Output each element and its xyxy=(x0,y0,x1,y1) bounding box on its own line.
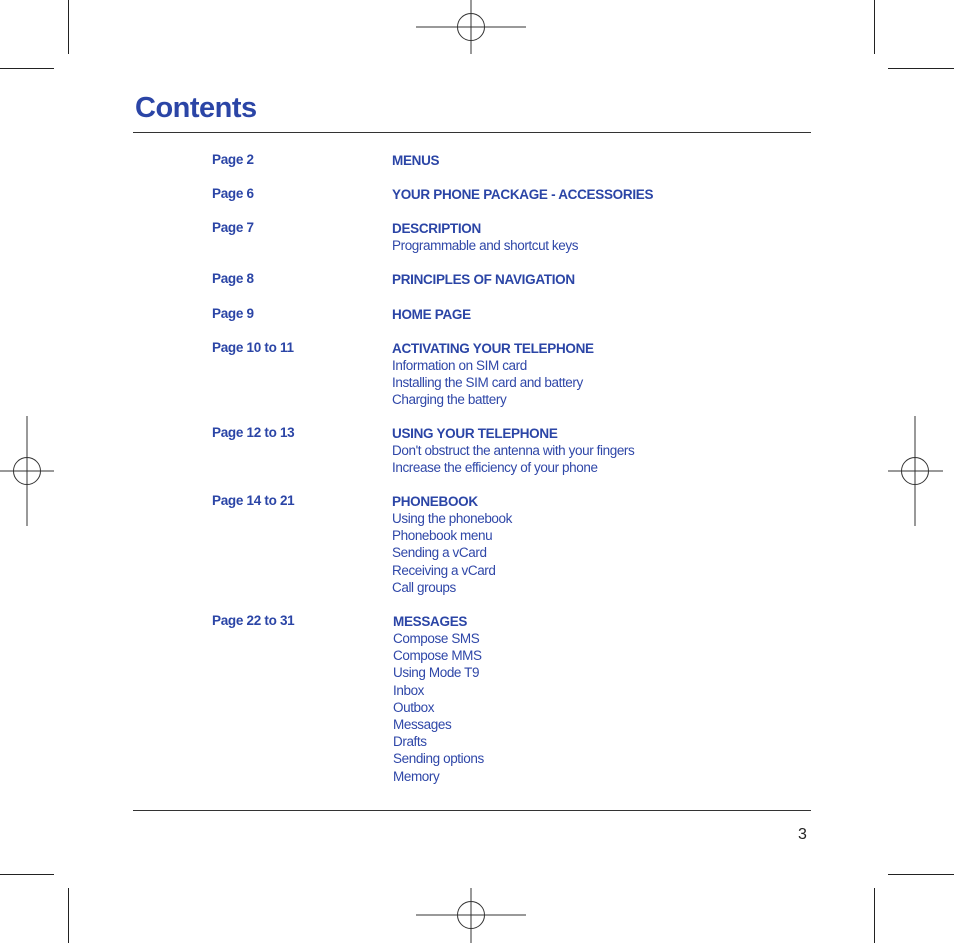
crop-mark-bottom-left-h xyxy=(0,874,54,875)
toc-subsection: Programmable and shortcut keys xyxy=(392,238,579,253)
toc-page-ref: Page 2 xyxy=(212,152,254,167)
toc-subsection: Messages xyxy=(393,716,452,732)
toc-section-heading: HOME PAGE xyxy=(392,307,471,322)
toc-section: PRINCIPLES OF NAVIGATION xyxy=(392,271,575,288)
toc-subsection: Compose MMS xyxy=(393,648,482,664)
toc-section: PHONEBOOK Using the phonebook Phonebook me… xyxy=(392,493,512,596)
toc-subsection: Using Mode T9 xyxy=(393,665,480,681)
toc-page-ref: Page 6 xyxy=(212,186,254,201)
registration-mark-right xyxy=(888,416,943,526)
toc-subsection: Memory xyxy=(393,768,440,784)
toc-subsection: Outbox xyxy=(393,699,435,715)
toc-section: HOME PAGE xyxy=(392,306,471,323)
crop-mark-top-left-v xyxy=(68,0,69,54)
toc-subsection: Don't obstruct the antenna with your fin… xyxy=(392,443,635,458)
toc-section: USING YOUR TELEPHONE Don't obstruct the a… xyxy=(392,425,635,476)
toc-subsection: Drafts xyxy=(393,734,427,750)
registration-mark-top xyxy=(416,0,526,54)
toc-section-heading: MESSAGES xyxy=(393,614,468,629)
toc-subsection: Installing the SIM card and battery xyxy=(392,375,583,391)
crop-mark-bottom-right-v xyxy=(874,888,875,943)
toc-page-ref: Page 22 to 31 xyxy=(212,613,295,628)
toc-subsection: Information on SIM card xyxy=(392,358,527,373)
toc-subsection: Compose SMS xyxy=(393,631,480,646)
page-number: 3 xyxy=(798,826,807,843)
registration-mark-left xyxy=(0,416,54,526)
crop-mark-top-right-h xyxy=(888,68,954,69)
toc-page-ref: Page 12 to 13 xyxy=(212,425,295,440)
toc-page-ref: Page 14 to 21 xyxy=(212,493,295,508)
toc-subsection: Receiving a vCard xyxy=(392,562,496,578)
toc-section-heading: USING YOUR TELEPHONE xyxy=(392,426,558,441)
toc-section: YOUR PHONE PACKAGE - ACCESSORIES xyxy=(392,186,653,203)
toc-subsection: Sending a vCard xyxy=(392,545,487,561)
top-divider xyxy=(133,132,811,133)
toc-subsection: Increase the efficiency of your phone xyxy=(392,460,598,476)
toc-subsection: Using the phonebook xyxy=(392,511,512,526)
crop-mark-top-right-v xyxy=(874,0,875,54)
toc-page-ref: Page 8 xyxy=(212,271,254,286)
toc-page-ref: Page 7 xyxy=(212,220,254,235)
crop-mark-bottom-left-v xyxy=(68,888,69,943)
toc-section-heading: MENUS xyxy=(392,153,440,168)
toc-subsection: Sending options xyxy=(393,751,484,767)
registration-mark-bottom xyxy=(416,888,526,943)
toc-section-heading: PHONEBOOK xyxy=(392,494,478,509)
crop-mark-top-left-h xyxy=(0,68,54,69)
toc-subsection: Inbox xyxy=(393,682,425,698)
toc-section-heading: DESCRIPTION xyxy=(392,221,481,236)
toc-page-ref: Page 10 to 11 xyxy=(212,340,294,355)
toc-section-heading: YOUR PHONE PACKAGE - ACCESSORIES xyxy=(392,187,654,202)
toc-section-heading: PRINCIPLES OF NAVIGATION xyxy=(392,272,575,287)
toc-subsection: Call groups xyxy=(392,579,456,595)
toc-section: MENUS xyxy=(392,152,440,169)
toc-section-heading: ACTIVATING YOUR TELEPHONE xyxy=(392,341,594,356)
toc-subsection: Charging the battery xyxy=(392,392,507,408)
toc-subsection: Phonebook menu xyxy=(392,528,493,544)
bottom-divider xyxy=(133,810,811,811)
toc-section: ACTIVATING YOUR TELEPHONE Information on … xyxy=(392,340,594,409)
crop-mark-bottom-right-h xyxy=(888,874,954,875)
toc-section: DESCRIPTION Programmable and shortcut key… xyxy=(392,220,578,254)
toc-section: MESSAGES Compose SMS Compose MMS Using Mode… xyxy=(393,613,484,785)
toc-page-ref: Page 9 xyxy=(212,306,254,321)
page-title: Contents xyxy=(135,92,257,124)
